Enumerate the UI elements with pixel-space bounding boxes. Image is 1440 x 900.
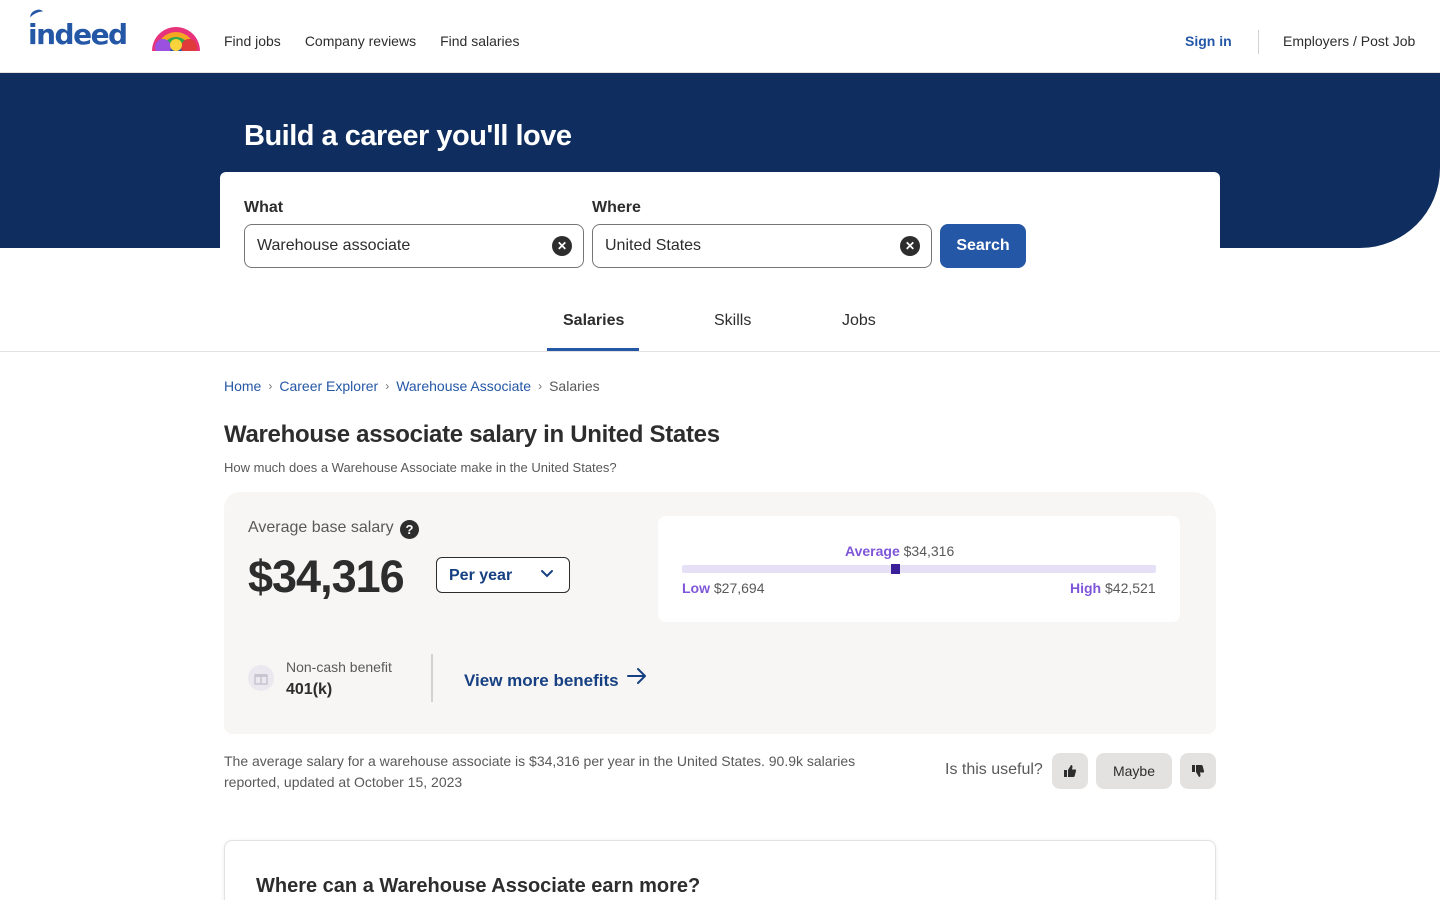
tab-salaries[interactable]: Salaries <box>563 312 624 330</box>
pay-period-value: Per year <box>449 567 513 584</box>
view-more-benefits-link[interactable]: View more benefits <box>464 671 619 691</box>
where-label: Where <box>592 199 641 216</box>
average-salary-value: $34,316 <box>248 551 405 602</box>
earn-more-title: Where can a Warehouse Associate earn mor… <box>256 875 701 897</box>
active-tab-indicator <box>547 348 639 351</box>
chevron-right-icon: › <box>538 379 543 393</box>
top-navigation-bar: indeed Find jobs Company reviews Find sa… <box>0 0 1440 73</box>
range-low-value: $27,694 <box>713 580 765 596</box>
main-nav: Find jobs Company reviews Find salaries <box>224 33 519 49</box>
what-input[interactable]: Warehouse associate ✕ <box>244 224 584 268</box>
maybe-button[interactable]: Maybe <box>1096 753 1172 789</box>
indeed-logo[interactable]: indeed <box>28 7 128 52</box>
tab-bar: Salaries Skills Jobs <box>0 290 1440 352</box>
feedback-question: Is this useful? <box>945 761 1043 778</box>
chevron-right-icon: › <box>385 379 390 393</box>
range-high-label: High <box>1070 580 1102 596</box>
salary-summary: The average salary for a warehouse assoc… <box>224 753 856 790</box>
range-average-value: $34,316 <box>903 543 955 559</box>
breadcrumb-warehouse-associate[interactable]: Warehouse Associate <box>396 378 531 394</box>
breadcrumb-current: Salaries <box>549 378 600 394</box>
search-button[interactable]: Search <box>940 224 1026 268</box>
range-average: Average $34,316 <box>845 543 954 559</box>
what-input-value: Warehouse associate <box>257 237 411 254</box>
help-icon[interactable]: ? <box>400 520 419 539</box>
what-label: What <box>244 199 284 216</box>
rainbow-logo-icon <box>152 27 200 51</box>
hero-title: Build a career you'll love <box>244 120 572 152</box>
breadcrumb-home[interactable]: Home <box>224 378 261 394</box>
page-title: Warehouse associate salary in United Sta… <box>224 421 720 448</box>
where-input[interactable]: United States ✕ <box>592 224 932 268</box>
range-average-label: Average <box>845 543 900 559</box>
employers-post-job-link[interactable]: Employers / Post Job <box>1283 33 1415 49</box>
benefit-value: 401(k) <box>286 681 333 698</box>
arrow-right-icon[interactable] <box>626 667 648 685</box>
gift-icon <box>248 665 274 691</box>
chevron-down-icon <box>541 570 553 578</box>
nav-find-salaries[interactable]: Find salaries <box>440 33 519 49</box>
nav-company-reviews[interactable]: Company reviews <box>305 33 416 49</box>
range-high: High $42,521 <box>1070 580 1156 596</box>
thumbs-down-icon <box>1192 765 1205 777</box>
average-base-salary-label: Average base salary <box>248 519 394 536</box>
average-marker <box>890 564 900 574</box>
chevron-right-icon: › <box>268 379 273 393</box>
where-input-value: United States <box>605 237 702 254</box>
page-subtitle: How much does a Warehouse Associate make… <box>224 460 617 475</box>
breadcrumb: Home › Career Explorer › Warehouse Assoc… <box>224 378 600 394</box>
non-cash-benefit-label: Non-cash benefit <box>286 659 392 675</box>
benefit-divider <box>431 654 433 702</box>
clear-where-icon[interactable]: ✕ <box>900 236 920 256</box>
sign-in-link[interactable]: Sign in <box>1185 33 1232 49</box>
salary-range-bar <box>682 565 1156 573</box>
thumbs-up-button[interactable] <box>1052 753 1088 789</box>
tab-skills[interactable]: Skills <box>714 312 751 330</box>
range-low-label: Low <box>682 580 710 596</box>
breadcrumb-career-explorer[interactable]: Career Explorer <box>279 378 378 394</box>
tab-jobs[interactable]: Jobs <box>842 312 876 330</box>
range-high-value: $42,521 <box>1105 580 1156 596</box>
clear-what-icon[interactable]: ✕ <box>552 236 572 256</box>
thumbs-down-button[interactable] <box>1180 753 1216 789</box>
logo-text: indeed <box>28 17 128 51</box>
nav-find-jobs[interactable]: Find jobs <box>224 33 281 49</box>
pay-period-select[interactable]: Per year <box>436 557 570 593</box>
thumbs-up-icon <box>1064 765 1077 777</box>
range-low: Low $27,694 <box>682 580 765 596</box>
header-divider <box>1258 30 1259 54</box>
